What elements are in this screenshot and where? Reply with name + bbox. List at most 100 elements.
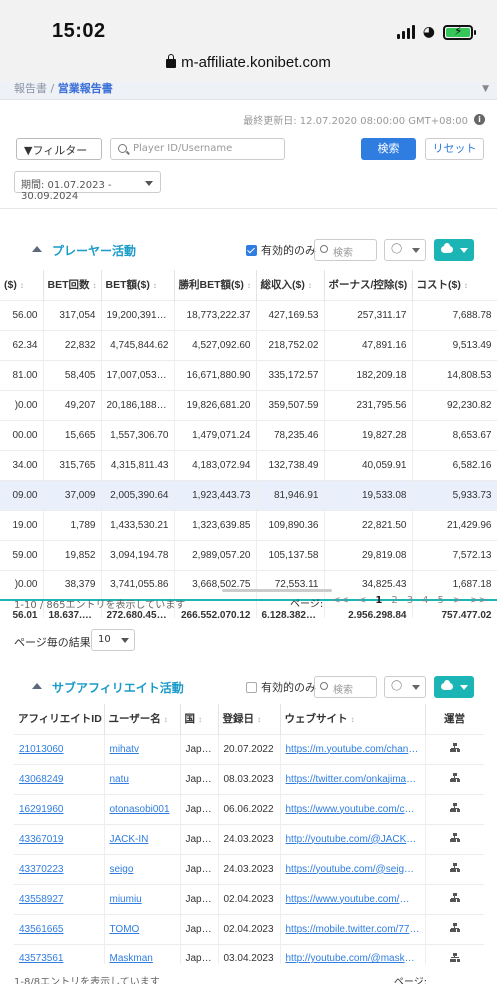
website-link[interactable]: https://www.youtube.com/channe... <box>280 793 426 824</box>
chevron-down-icon[interactable]: ▼ <box>482 84 489 94</box>
sitemap-icon[interactable] <box>425 883 484 914</box>
website-link[interactable]: https://twitter.com/onkajimaku... <box>280 763 426 794</box>
username-link[interactable]: seigo <box>104 853 181 884</box>
table-row[interactable]: )0.00 49,207 20,186,188.79 19,826,681.20 359… <box>0 389 497 420</box>
table-row[interactable]: 09.00 37,009 2,005,390.64 1,923,443.73 81,94… <box>0 479 497 510</box>
column-header[interactable]: ($) ↕ <box>0 270 44 300</box>
active-only-checkbox[interactable] <box>246 682 257 693</box>
username-link[interactable]: mihatv <box>104 733 181 764</box>
table-row[interactable]: 43370223 seigo Japan 24.03.2023 https://yout… <box>14 853 484 884</box>
affiliate-id-link[interactable]: 43573561 <box>14 943 105 964</box>
reset-button[interactable]: リセット <box>425 138 484 160</box>
column-header[interactable]: BET回数 ↕ <box>43 270 102 300</box>
column-header[interactable]: 国 ↕ <box>180 704 219 734</box>
player-entries-info: 1-10 / 865エントリを表示しています <box>14 600 186 611</box>
export-button[interactable] <box>434 239 474 261</box>
column-header[interactable]: 総収入($) ↕ <box>256 270 325 300</box>
username-link[interactable]: miumiu <box>104 883 181 914</box>
export-button[interactable] <box>434 676 474 698</box>
table-row[interactable]: 00.00 15,665 1,557,306.70 1,479,071.24 78,23… <box>0 419 497 450</box>
column-header[interactable]: ユーザー名 ↕ <box>104 704 181 734</box>
pager-next[interactable]: > <box>453 595 461 610</box>
affiliate-id-link[interactable]: 43558927 <box>14 883 105 914</box>
affiliate-id-link[interactable]: 43068249 <box>14 763 105 794</box>
pager-page[interactable]: 4 <box>422 595 428 610</box>
website-link[interactable]: http://youtube.com/@maskmanpro <box>280 943 426 964</box>
url-bar[interactable]: m-affiliate.konibet.com <box>0 54 497 71</box>
sitemap-icon[interactable] <box>425 763 484 794</box>
website-link[interactable]: https://youtube.com/@seigo_slo... <box>280 853 426 884</box>
sitemap-icon[interactable] <box>425 853 484 884</box>
per-page-select[interactable]: 10 <box>91 629 135 651</box>
username-link[interactable]: otonasobi001 <box>104 793 181 824</box>
affiliate-table-search-input[interactable]: 検索 <box>314 676 377 698</box>
table-row[interactable]: 19.00 1,789 1,433,530.21 1,323,639.85 109,89… <box>0 509 497 540</box>
website-link[interactable]: https://m.youtube.com/channel/... <box>280 733 426 764</box>
table-cell: )0.00 <box>0 389 44 420</box>
sitemap-icon[interactable] <box>425 823 484 854</box>
column-header[interactable]: アフィリエイトID↕ <box>14 704 105 734</box>
username-link[interactable]: TOMO <box>104 913 181 944</box>
table-row[interactable]: 81.00 58,405 17,007,053.47 16,671,880.90 335… <box>0 359 497 390</box>
affiliate-id-link[interactable]: 43561665 <box>14 913 105 944</box>
pager-page[interactable]: 3 <box>407 595 413 610</box>
table-row[interactable]: 56.00 317,054 19,200,391.90 18,773,222.37 42… <box>0 299 497 330</box>
column-header[interactable]: ウェブサイト ↕ <box>280 704 426 734</box>
table-row[interactable]: 43068249 natu Japan 08.03.2023 https://twitt… <box>14 763 484 794</box>
website-link[interactable]: https://www.youtube.com/@user-... <box>280 883 426 914</box>
table-row[interactable]: 43558927 miumiu Japan 02.04.2023 https://www… <box>14 883 484 914</box>
username-link[interactable]: Maskman <box>104 943 181 964</box>
collapse-icon[interactable] <box>32 246 42 252</box>
affiliate-id-link[interactable]: 16291960 <box>14 793 105 824</box>
table-row[interactable]: 62.34 22,832 4,745,844.62 4,527,092.60 218,7… <box>0 329 497 360</box>
wifi-icon: ◕ <box>422 24 435 40</box>
username-link[interactable]: natu <box>104 763 181 794</box>
table-row[interactable]: 59.00 19,852 3,094,194.78 2,989,057.20 105,1… <box>0 539 497 570</box>
pager-first[interactable]: << <box>332 595 349 610</box>
column-header[interactable]: コスト($) ↕ <box>412 270 497 300</box>
table-row[interactable]: 34.00 315,765 4,315,811.43 4,183,072.94 132,… <box>0 449 497 480</box>
horizontal-scrollbar[interactable] <box>222 589 332 592</box>
sitemap-icon[interactable] <box>425 733 484 764</box>
affiliate-id-link[interactable]: 43367019 <box>14 823 105 854</box>
column-visibility-button[interactable]: ◯ <box>384 676 426 698</box>
table-row[interactable]: 16291960 otonasobi001 Japan 06.06.2022 https… <box>14 793 484 824</box>
active-only-checkbox[interactable] <box>246 245 257 256</box>
filter-button[interactable]: ▼フィルター <box>16 138 102 160</box>
affiliate-id-link[interactable]: 43370223 <box>14 853 105 884</box>
player-table-container[interactable]: ($) ↕ BET回数 ↕ BET額($) ↕ 勝利BET額($) ↕ 総収入($) ↕ … <box>0 270 497 618</box>
sitemap-icon[interactable] <box>425 943 484 964</box>
sitemap-icon[interactable] <box>425 793 484 824</box>
player-table-search-input[interactable]: 検索 <box>314 239 377 261</box>
affiliate-id-link[interactable]: 21013060 <box>14 733 105 764</box>
column-visibility-button[interactable]: ◯ <box>384 239 426 261</box>
column-header[interactable]: ボーナス/控除($)↕ <box>324 270 413 300</box>
column-header[interactable]: BET額($) ↕ <box>101 270 175 300</box>
pager-last[interactable]: >> <box>470 595 487 610</box>
sitemap-icon[interactable] <box>425 913 484 944</box>
table-row[interactable]: 43573561 Maskman Japan 03.04.2023 http://you… <box>14 943 484 964</box>
column-header[interactable]: 勝利BET額($) ↕ <box>174 270 257 300</box>
player-table-header: ($) ↕ BET回数 ↕ BET額($) ↕ 勝利BET額($) ↕ 総収入($) ↕ … <box>0 270 497 300</box>
website-link[interactable]: https://mobile.twitter.com/777... <box>280 913 426 944</box>
pager-page[interactable]: 5 <box>437 595 443 610</box>
breadcrumb-parent[interactable]: 報告書 / <box>14 82 54 95</box>
affiliate-table-container[interactable]: アフィリエイトID↕ ユーザー名↕ 国↕ 登録日↕ ウェブサイト↕ 運営 210… <box>14 704 484 964</box>
column-header[interactable]: 登録日 ↕ <box>218 704 281 734</box>
affiliate-panel-header: サブアフィリエイト活動 有効的のみ 検索 ◯ <box>14 673 484 703</box>
username-link[interactable]: JACK-IN <box>104 823 181 854</box>
table-row[interactable]: 43367019 JACK-IN Japan 24.03.2023 http://you… <box>14 823 484 854</box>
pager-page[interactable]: 2 <box>391 595 397 610</box>
period-select[interactable]: 期間: 01.07.2023 - 30.09.2024 <box>14 171 161 202</box>
pager-prev[interactable]: < <box>358 595 366 610</box>
collapse-icon[interactable] <box>32 683 42 689</box>
website-link[interactable]: http://youtube.com/@JACK-IN <box>280 823 426 854</box>
table-cell: 105,137.58 <box>256 539 325 570</box>
player-search-input[interactable]: Player ID/Username <box>110 138 285 160</box>
table-row[interactable]: 43561665 TOMO Japan 02.04.2023 https://mobil… <box>14 913 484 944</box>
pager-page[interactable]: 1 <box>375 595 382 610</box>
table-row[interactable]: 21013060 mihatv Japan 20.07.2022 https://m.y… <box>14 733 484 764</box>
period-value: 期間: 01.07.2023 - 30.09.2024 <box>21 180 112 202</box>
info-icon[interactable]: i <box>474 114 485 125</box>
search-button[interactable]: 検索 <box>361 138 416 160</box>
